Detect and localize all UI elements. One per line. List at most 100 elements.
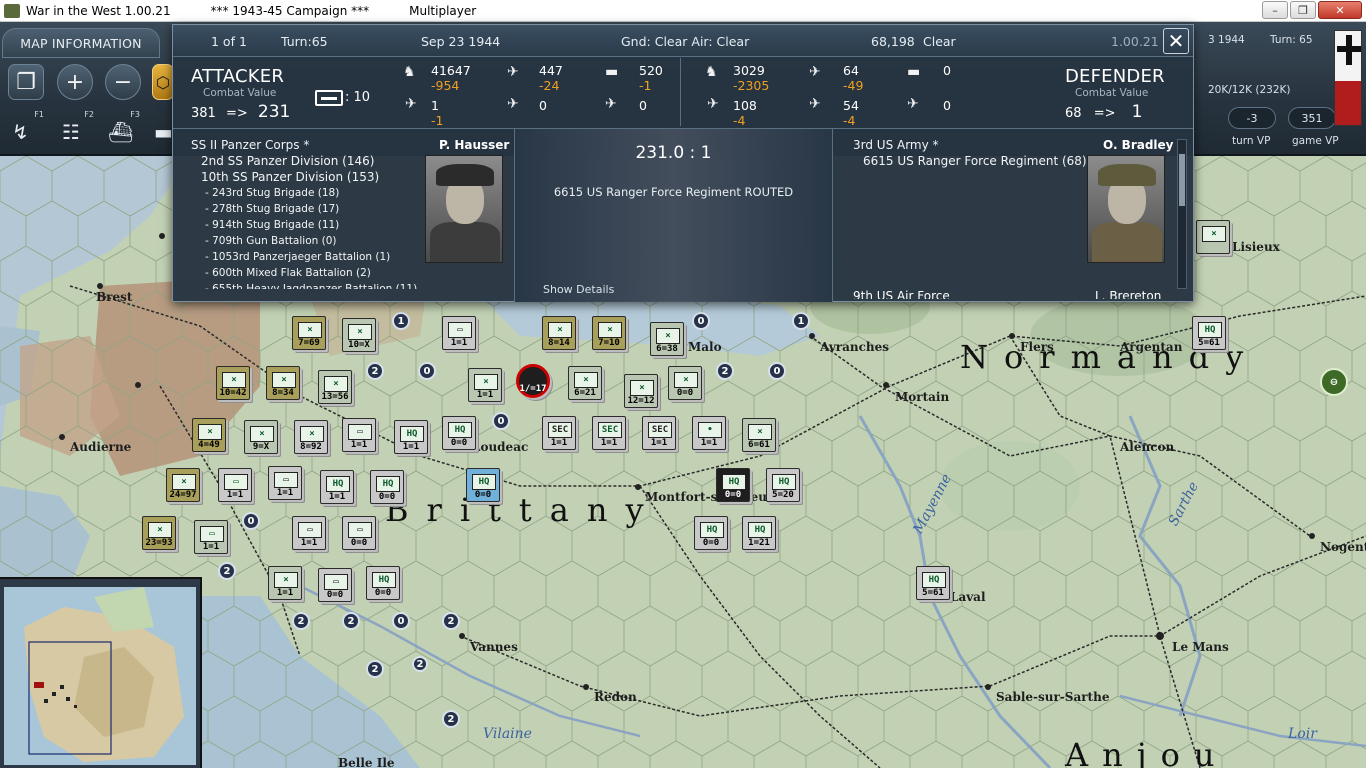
unit-counter[interactable]: HQ 0=0 xyxy=(370,470,404,504)
stack-badge[interactable]: 2 xyxy=(292,612,310,630)
hex-mode-icon[interactable]: ⬡ xyxy=(152,64,174,100)
unit-counter[interactable]: ⨯ 7=69 xyxy=(292,316,326,350)
stack-badge[interactable]: 2 xyxy=(218,562,236,580)
unit-counter[interactable]: ⨯ 6=61 xyxy=(742,418,776,452)
unit-counter[interactable]: SEC 1=1 xyxy=(592,416,626,450)
list-item[interactable]: - 1053rd Panzerjaeger Battalion (1) xyxy=(191,249,417,265)
unit-counter[interactable]: HQ 1=1 xyxy=(394,420,428,454)
list-item[interactable]: - 243rd Stug Brigade (18) xyxy=(191,185,417,201)
unit-counter[interactable]: ⨯ 12=12 xyxy=(624,374,658,408)
unit-counter[interactable]: HQ 0=0 xyxy=(442,416,476,450)
list-item[interactable]: 10th SS Panzer Division (153) xyxy=(191,169,417,185)
unit-counter[interactable]: ▭ 1=1 xyxy=(194,520,228,554)
unit-counter[interactable]: HQ 1=21 xyxy=(742,516,776,550)
unit-counter[interactable]: • 1=1 xyxy=(692,416,726,450)
stack-badge[interactable]: 0 xyxy=(418,362,436,380)
close-icon[interactable]: ✕ xyxy=(1163,28,1189,54)
list-item[interactable]: - 655th Heavy Jagdpanzer Battalion (11) xyxy=(191,281,417,289)
minimap[interactable] xyxy=(0,577,202,768)
stack-badge[interactable]: 2 xyxy=(716,362,734,380)
list-item[interactable]: - 709th Gun Battalion (0) xyxy=(191,233,417,249)
unit-counter[interactable]: ⨯ 1=1 xyxy=(468,368,502,402)
air-commander-label: L. Brereton xyxy=(1095,289,1162,299)
attacker-hq[interactable]: SS II Panzer Corps * xyxy=(191,137,417,153)
unit-counter[interactable]: SEC 1=1 xyxy=(642,416,676,450)
window-controls: – ❐ ✕ xyxy=(1262,1,1362,19)
unit-counter[interactable]: ⨯ 24=97 xyxy=(166,468,200,502)
stack-badge[interactable]: 0 xyxy=(492,412,510,430)
unit-counter[interactable]: HQ 0=0 xyxy=(694,516,728,550)
unit-counter[interactable]: ⨯ 13=56 xyxy=(318,370,352,404)
stack-badge[interactable]: 0 xyxy=(768,362,786,380)
map-information-tab[interactable]: MAP INFORMATION xyxy=(2,28,160,58)
stack-badge[interactable]: 2 xyxy=(442,612,460,630)
stack-badge[interactable]: 1 xyxy=(792,312,810,330)
unit-counter[interactable]: HQ 5=20 xyxy=(766,468,800,502)
town-label: Mortain xyxy=(895,390,950,404)
show-details-link[interactable]: Show Details xyxy=(543,283,614,296)
unit-counter[interactable]: ⨯ 10=42 xyxy=(216,366,250,400)
unit-counter[interactable]: ▭ 0=0 xyxy=(318,568,352,602)
zoom-in-button[interactable]: + xyxy=(57,64,93,100)
window-title: War in the West 1.00.21 xyxy=(26,3,171,18)
stack-badge[interactable]: 0 xyxy=(392,612,410,630)
stack-badge[interactable]: 2 xyxy=(412,656,428,672)
unit-counter[interactable]: HQ 0=0 xyxy=(466,468,500,502)
unit-counter[interactable]: HQ 0=0 xyxy=(716,468,750,502)
move-arrow-icon[interactable]: F1 ↯ xyxy=(8,110,46,148)
unit-counter[interactable]: ⨯ 8=92 xyxy=(294,420,328,454)
unit-counter[interactable]: ▭ 0=0 xyxy=(342,516,376,550)
minimap-view[interactable] xyxy=(4,587,196,765)
unit-counter[interactable]: ▭ 1=1 xyxy=(218,468,252,502)
unit-counter[interactable]: ⨯ 6=38 xyxy=(650,322,684,356)
unit-counter[interactable]: ⨯ 8=14 xyxy=(542,316,576,350)
unit-counter[interactable]: ⨯ 23=93 xyxy=(142,516,176,550)
stack-badge[interactable]: 0 xyxy=(692,312,710,330)
air-base-icon[interactable]: ⊖ xyxy=(1320,368,1348,396)
unit-counter[interactable]: HQ 1=1 xyxy=(320,470,354,504)
unit-counter[interactable]: ▭ 1=1 xyxy=(342,418,376,452)
list-item[interactable]: - 914th Stug Brigade (11) xyxy=(191,217,417,233)
unit-counter[interactable]: ⨯ 6=21 xyxy=(568,366,602,400)
list-item[interactable]: - 600th Mixed Flak Battalion (2) xyxy=(191,265,417,281)
defender-unit-list: 3rd US Army * 6615 US Ranger Force Regim… xyxy=(853,137,1087,169)
defender-scrollbar[interactable] xyxy=(1177,139,1187,289)
unit-counter[interactable]: ⨯ 7=10 xyxy=(592,316,626,350)
unit-counter[interactable]: ⨯ xyxy=(1196,220,1230,254)
status-turn: Turn: 65 xyxy=(1270,34,1313,46)
unit-counter[interactable]: ⨯ 8=34 xyxy=(266,366,300,400)
unit-counter[interactable]: HQ 5=61 xyxy=(1192,316,1226,350)
stack-badge[interactable]: 2 xyxy=(366,362,384,380)
defender-hq[interactable]: 3rd US Army * xyxy=(853,137,1087,153)
defender-unit-counter[interactable]: 1/=17 xyxy=(516,364,550,398)
stack-badge[interactable]: 2 xyxy=(366,660,384,678)
unit-counter[interactable]: ⨯ 1=1 xyxy=(268,566,302,600)
unit-counter[interactable]: ⨯ 4=49 xyxy=(192,418,226,452)
list-item[interactable]: 2nd SS Panzer Division (146) xyxy=(191,153,417,169)
unit-counter[interactable]: ⨯ 10=X xyxy=(342,318,376,352)
unit-counter[interactable]: ▭ 1=1 xyxy=(442,316,476,350)
unit-counter[interactable]: ▭ 1=1 xyxy=(292,516,326,550)
defender-air2: 108 -4 xyxy=(733,98,757,128)
maximize-button[interactable]: ❐ xyxy=(1290,1,1316,19)
stack-badge[interactable]: 1 xyxy=(392,312,410,330)
unit-counter[interactable]: ⨯ 0=0 xyxy=(668,366,702,400)
stack-badge[interactable]: 2 xyxy=(342,612,360,630)
list-item[interactable]: 6615 US Ranger Force Regiment (68) xyxy=(853,153,1087,169)
zoom-out-button[interactable]: − xyxy=(105,64,141,100)
unit-counter[interactable]: HQ 5=61 xyxy=(916,566,950,600)
minimize-button[interactable]: – xyxy=(1262,1,1288,19)
unit-counter[interactable]: ▭ 1=1 xyxy=(268,466,302,500)
close-window-button[interactable]: ✕ xyxy=(1318,1,1362,19)
windows-icon[interactable]: ❐ xyxy=(8,64,44,100)
unit-counter[interactable]: ⨯ 9=X xyxy=(244,420,278,454)
rail-icon[interactable]: F2 ☷ xyxy=(58,110,96,148)
stack-badge[interactable]: 2 xyxy=(442,710,460,728)
unit-counter[interactable]: SEC 1=1 xyxy=(542,416,576,450)
more-tools-icon[interactable]: ▬ xyxy=(150,110,173,148)
stack-badge[interactable]: 0 xyxy=(242,512,260,530)
list-item[interactable]: - 278th Stug Brigade (17) xyxy=(191,201,417,217)
naval-icon[interactable]: F3 ⛴ xyxy=(104,110,142,148)
unit-counter[interactable]: HQ 0=0 xyxy=(366,566,400,600)
app-icon xyxy=(4,3,20,18)
